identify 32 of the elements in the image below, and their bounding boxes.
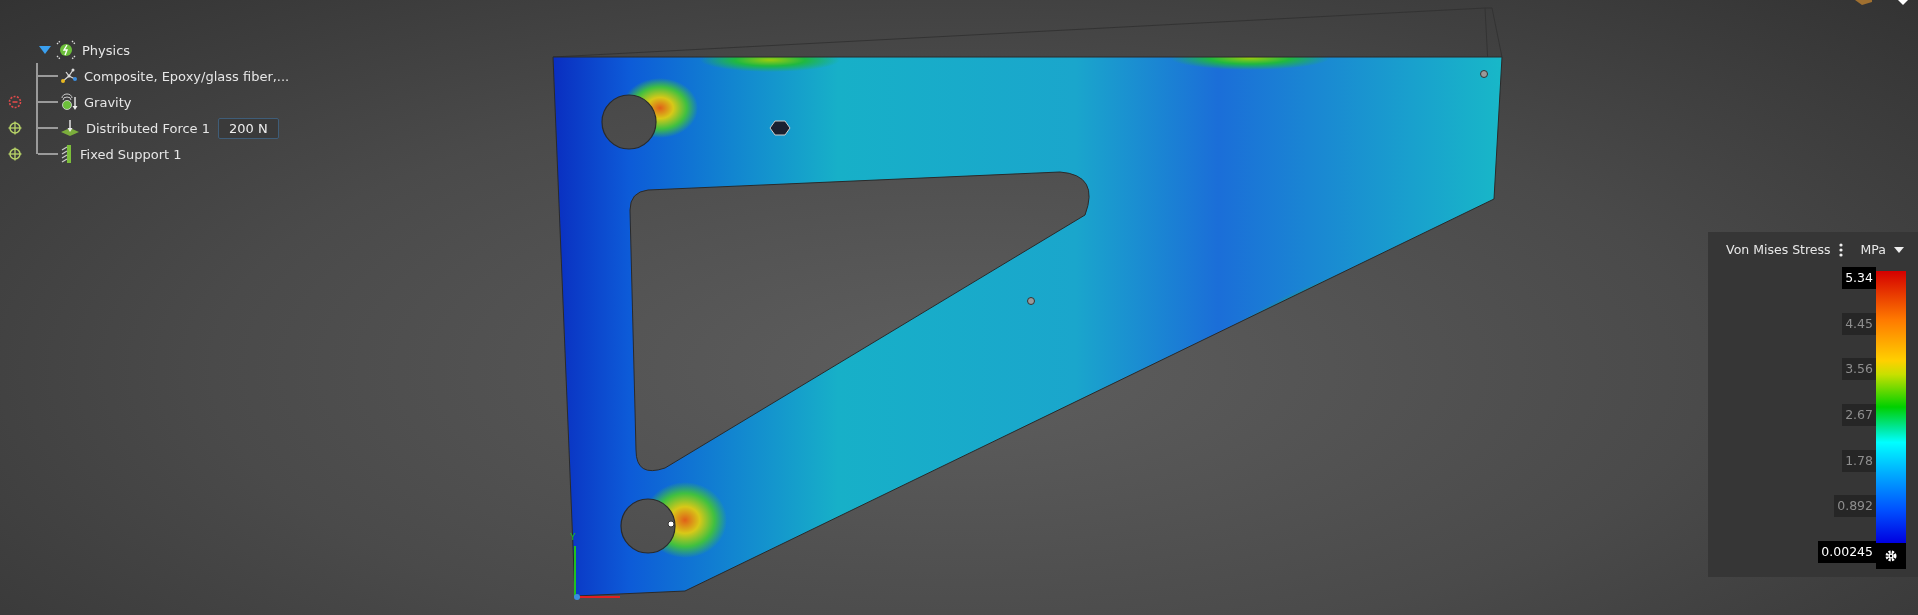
fixed-support-icon xyxy=(60,144,74,164)
physics-icon xyxy=(56,40,76,60)
tree-item-label[interactable]: Fixed Support 1 xyxy=(80,146,182,162)
scale-value: 4.45 xyxy=(1842,312,1876,335)
tree-item-label[interactable]: Physics xyxy=(82,42,131,58)
gravity-icon xyxy=(60,93,78,111)
axis-triad-icon xyxy=(574,545,621,600)
probe-point-icon xyxy=(667,520,675,528)
settings-button[interactable] xyxy=(1876,543,1906,569)
axis-label: Y xyxy=(570,532,576,542)
scale-value: 2.67 xyxy=(1842,403,1876,426)
unit-dropdown[interactable]: MPa xyxy=(1850,242,1906,257)
probe-point-icon xyxy=(1027,297,1035,305)
scale-value: 1.78 xyxy=(1842,449,1876,472)
scale-value: 0.00245 xyxy=(1818,540,1876,563)
scale-value: 0.892 xyxy=(1834,495,1876,518)
value-field[interactable]: 200 N xyxy=(218,117,279,139)
tree-item-label[interactable]: Composite, Epoxy/glass fiber,... xyxy=(84,68,290,84)
legend-title: Von Mises Stress xyxy=(1726,242,1831,257)
more-options-icon[interactable] xyxy=(1838,242,1843,257)
settings-icon xyxy=(1884,549,1898,563)
scale-value: 3.56 xyxy=(1842,358,1876,381)
load-point-icon xyxy=(769,120,791,136)
probe-point-icon xyxy=(1480,70,1488,78)
tree-item-label[interactable]: Distributed Force 1 xyxy=(86,120,210,136)
caret-icon xyxy=(1894,246,1904,253)
material-network-icon xyxy=(60,67,78,85)
tree-item-label[interactable]: Gravity xyxy=(84,94,132,110)
scale-value: 5.34 xyxy=(1842,267,1876,289)
distributed-force-icon xyxy=(60,119,80,137)
caret-icon[interactable] xyxy=(1898,0,1908,5)
expand-toggle[interactable] xyxy=(38,45,52,55)
